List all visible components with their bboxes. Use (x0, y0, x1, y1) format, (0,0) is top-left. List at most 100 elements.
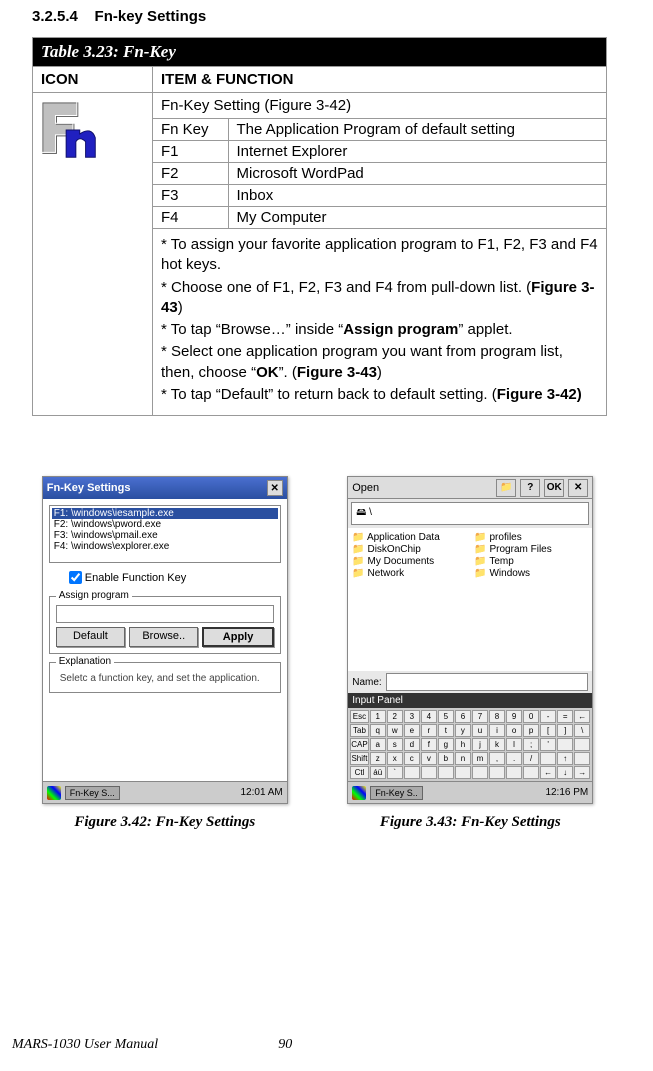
close-button[interactable]: ✕ (568, 479, 588, 497)
file-item[interactable]: Network (352, 568, 466, 579)
key[interactable]: áü (370, 766, 386, 779)
key[interactable]: m (472, 752, 488, 765)
file-item[interactable]: Application Data (352, 532, 466, 543)
key[interactable]: ' (540, 738, 556, 751)
key[interactable]: e (404, 724, 420, 737)
key[interactable]: q (370, 724, 386, 737)
apply-button[interactable]: Apply (202, 627, 273, 647)
list-item[interactable]: F4: \windows\explorer.exe (52, 541, 278, 552)
file-item[interactable]: profiles (474, 532, 588, 543)
keyboard[interactable]: Esc1234567890-=←Tabqwertyuiop[]\CAPasdfg… (348, 708, 592, 781)
key[interactable]: Tab (350, 724, 368, 737)
key[interactable]: u (472, 724, 488, 737)
key[interactable]: ] (557, 724, 573, 737)
key[interactable]: k (489, 738, 505, 751)
key[interactable]: / (523, 752, 539, 765)
key[interactable]: 6 (455, 710, 471, 723)
fkey-list[interactable]: F1: \windows\iesample.exe F2: \windows\p… (49, 505, 281, 563)
browse-button[interactable]: Browse.. (129, 627, 198, 647)
key[interactable] (523, 766, 539, 779)
key[interactable]: d (404, 738, 420, 751)
enable-check[interactable]: Enable Function Key (69, 571, 281, 584)
key[interactable]: ↑ (557, 752, 573, 765)
key[interactable]: CAP (350, 738, 368, 751)
key[interactable]: → (574, 766, 590, 779)
file-item[interactable]: Program Files (474, 544, 588, 555)
key[interactable]: 1 (370, 710, 386, 723)
key[interactable]: v (421, 752, 437, 765)
key[interactable]: ↓ (557, 766, 573, 779)
list-item[interactable]: F2: \windows\pword.exe (52, 519, 278, 530)
key[interactable]: Ctl (350, 766, 368, 779)
key[interactable] (455, 766, 471, 779)
key[interactable]: s (387, 738, 403, 751)
file-item[interactable]: Temp (474, 556, 588, 567)
key[interactable]: Shift (350, 752, 368, 765)
assign-input[interactable] (56, 605, 274, 623)
key[interactable] (404, 766, 420, 779)
file-list[interactable]: Application Data profiles DiskOnChip Pro… (348, 528, 592, 671)
key[interactable]: f (421, 738, 437, 751)
file-item[interactable]: My Documents (352, 556, 466, 567)
file-item[interactable]: DiskOnChip (352, 544, 466, 555)
key[interactable] (574, 752, 590, 765)
key[interactable]: i (489, 724, 505, 737)
key[interactable]: n (455, 752, 471, 765)
key[interactable]: ← (574, 710, 590, 723)
key[interactable] (472, 766, 488, 779)
key[interactable]: t (438, 724, 454, 737)
list-item[interactable]: F1: \windows\iesample.exe (52, 508, 278, 519)
ok-button[interactable]: OK (544, 479, 564, 497)
folder-button[interactable]: 📁 (496, 479, 516, 497)
key[interactable]: 7 (472, 710, 488, 723)
key[interactable] (557, 738, 573, 751)
close-button[interactable]: ✕ (267, 480, 283, 496)
key[interactable]: a (370, 738, 386, 751)
key[interactable] (421, 766, 437, 779)
key[interactable] (540, 752, 556, 765)
key[interactable] (574, 738, 590, 751)
enable-checkbox[interactable] (69, 571, 82, 584)
key[interactable]: ; (523, 738, 539, 751)
key[interactable]: 8 (489, 710, 505, 723)
taskbar-app[interactable]: Fn-Key S... (65, 786, 120, 800)
key[interactable]: [ (540, 724, 556, 737)
key[interactable]: ← (540, 766, 556, 779)
key[interactable]: c (404, 752, 420, 765)
key[interactable]: l (506, 738, 522, 751)
key[interactable]: . (506, 752, 522, 765)
key[interactable]: 5 (438, 710, 454, 723)
key[interactable]: b (438, 752, 454, 765)
key[interactable]: 3 (404, 710, 420, 723)
start-icon[interactable] (47, 786, 61, 800)
key[interactable]: j (472, 738, 488, 751)
key[interactable]: g (438, 738, 454, 751)
key[interactable]: w (387, 724, 403, 737)
key[interactable]: y (455, 724, 471, 737)
taskbar-app[interactable]: Fn-Key S.. (370, 786, 423, 800)
start-icon[interactable] (352, 786, 366, 800)
key[interactable]: \ (574, 724, 590, 737)
key[interactable]: 2 (387, 710, 403, 723)
key[interactable]: r (421, 724, 437, 737)
key[interactable]: ` (387, 766, 403, 779)
name-input[interactable] (386, 673, 589, 691)
key[interactable] (438, 766, 454, 779)
default-button[interactable]: Default (56, 627, 125, 647)
key[interactable]: o (506, 724, 522, 737)
key[interactable]: Esc (350, 710, 368, 723)
key[interactable]: , (489, 752, 505, 765)
path-field[interactable]: 🖴 \ (351, 502, 589, 525)
key[interactable]: 4 (421, 710, 437, 723)
key[interactable]: h (455, 738, 471, 751)
key[interactable]: 9 (506, 710, 522, 723)
file-item[interactable]: Windows (474, 568, 588, 579)
key[interactable]: p (523, 724, 539, 737)
key[interactable]: x (387, 752, 403, 765)
list-item[interactable]: F3: \windows\pmail.exe (52, 530, 278, 541)
key[interactable] (506, 766, 522, 779)
help-button[interactable]: ? (520, 479, 540, 497)
key[interactable]: z (370, 752, 386, 765)
key[interactable]: = (557, 710, 573, 723)
key[interactable]: - (540, 710, 556, 723)
